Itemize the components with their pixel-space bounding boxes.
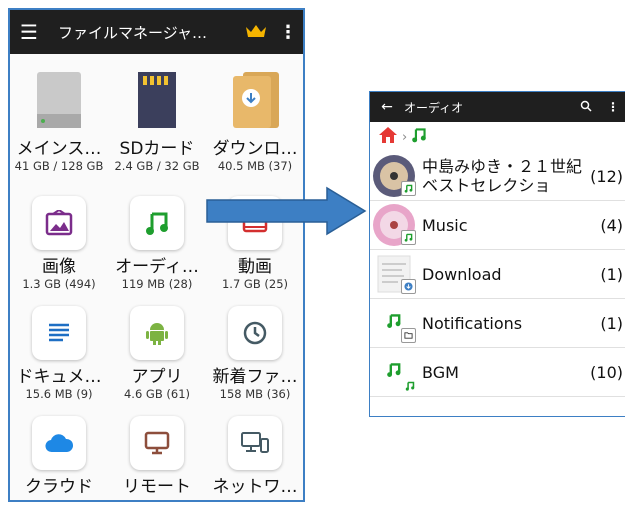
sd-card-icon <box>108 68 206 132</box>
grid-item-label: SDカード <box>119 139 195 159</box>
grid-item-size: 2.4 GB / 32 GB <box>114 159 200 173</box>
grid-item-label: 動画 <box>238 257 272 277</box>
grid-item-sd-card[interactable]: SDカード 2.4 GB / 32 GB <box>108 68 206 173</box>
grid-item-label: メインス… <box>16 139 102 159</box>
document-thumbnail <box>372 252 418 296</box>
search-icon[interactable] <box>571 100 601 115</box>
folder-name: Music <box>422 215 468 235</box>
grid-item-size: 4.6 GB (61) <box>123 387 190 401</box>
image-icon <box>32 196 86 250</box>
file-manager-home-screen: ☰ ファイルマネージャ… ⋮ メインス… 41 GB / 128 GB SDカー… <box>8 8 305 502</box>
album-art-thumbnail <box>372 203 418 247</box>
folder-icon <box>401 328 416 343</box>
grid-item-label: ダウンロ… <box>212 139 298 159</box>
app-bar: ☰ ファイルマネージャ… ⋮ <box>10 10 303 54</box>
monitor-icon <box>130 416 184 470</box>
grid-item-label: クラウド <box>25 477 93 497</box>
chevron-right-icon: › <box>402 129 408 145</box>
list-item[interactable]: Notifications (1) <box>370 299 625 348</box>
grid-item-label: ドキュメ… <box>16 367 102 387</box>
grid-item-network[interactable]: ネットワ… <box>206 416 303 497</box>
folder-name: BGM <box>422 362 459 382</box>
hard-drive-icon <box>10 68 108 132</box>
grid-item-size: 40.5 MB (37) <box>217 159 293 173</box>
more-options-icon[interactable]: ⋮ <box>601 100 625 114</box>
folder-name: Notifications <box>422 313 523 333</box>
music-note-icon <box>403 379 416 392</box>
item-count: (4) <box>600 215 623 235</box>
music-note-icon <box>130 196 184 250</box>
grid-item-main-storage[interactable]: メインス… 41 GB / 128 GB <box>10 68 108 173</box>
grid-item-label: 画像 <box>42 257 76 277</box>
music-note-icon <box>401 181 416 196</box>
grid-item-label: リモート <box>123 477 191 497</box>
grid-item-label: ネットワ… <box>212 477 298 497</box>
grid-item-images[interactable]: 画像 1.3 GB (494) <box>10 196 108 291</box>
audio-folder-screen: ← オーディオ ⋮ › 中島みゆき・２１世紀ベストセレクショ (12) Musi… <box>369 91 625 417</box>
network-devices-icon <box>228 416 282 470</box>
album-art-thumbnail <box>372 154 418 198</box>
cloud-icon <box>32 416 86 470</box>
music-note-icon <box>401 230 416 245</box>
grid-item-size: 1.7 GB (25) <box>221 277 288 291</box>
document-icon <box>32 306 86 360</box>
list-item[interactable]: Music (4) <box>370 201 625 250</box>
grid-item-label: 新着ファ… <box>212 367 298 387</box>
android-icon <box>130 306 184 360</box>
download-icon <box>401 279 416 294</box>
grid-item-audio[interactable]: オーディ… 119 MB (28) <box>108 196 206 291</box>
grid-item-cloud[interactable]: クラウド <box>10 416 108 497</box>
app-bar: ← オーディオ ⋮ <box>370 92 625 122</box>
grid-item-size: 119 MB (28) <box>121 277 193 291</box>
app-title: ファイルマネージャ… <box>58 23 207 42</box>
grid-item-size: 41 GB / 128 GB <box>14 159 104 173</box>
grid-item-size: 15.6 MB (9) <box>25 387 93 401</box>
grid-item-size: 1.3 GB (494) <box>22 277 96 291</box>
home-icon[interactable] <box>378 126 398 148</box>
list-item[interactable]: Download (1) <box>370 250 625 299</box>
screen-title: オーディオ <box>404 100 464 115</box>
grid-item-size: 158 MB (36) <box>219 387 291 401</box>
grid-item-apps[interactable]: アプリ 4.6 GB (61) <box>108 306 206 401</box>
music-note-icon <box>372 350 418 394</box>
item-count: (10) <box>590 362 623 382</box>
music-note-icon[interactable] <box>411 127 427 147</box>
item-count: (12) <box>590 166 623 186</box>
list-item[interactable]: BGM (10) <box>370 348 625 397</box>
download-folder-icon <box>206 68 303 132</box>
item-count: (1) <box>600 313 623 333</box>
folder-name: Download <box>422 264 502 284</box>
grid-item-label: アプリ <box>131 367 183 387</box>
clock-icon <box>228 306 282 360</box>
grid-item-remote[interactable]: リモート <box>108 416 206 497</box>
more-options-icon[interactable]: ⋮ <box>273 22 303 43</box>
transition-arrow <box>205 186 367 240</box>
item-count: (1) <box>600 264 623 284</box>
back-arrow-icon[interactable]: ← <box>370 99 404 115</box>
grid-item-downloads[interactable]: ダウンロ… 40.5 MB (37) <box>206 68 303 173</box>
folder-name: 中島みゆき・２１世紀ベストセレクショ <box>422 157 583 195</box>
grid-item-label: オーディ… <box>115 257 199 277</box>
crown-icon[interactable] <box>239 23 273 42</box>
music-note-icon <box>372 301 418 345</box>
grid-item-recent-files[interactable]: 新着ファ… 158 MB (36) <box>206 306 303 401</box>
list-item[interactable]: 中島みゆき・２１世紀ベストセレクショ (12) <box>370 152 625 201</box>
grid-item-documents[interactable]: ドキュメ… 15.6 MB (9) <box>10 306 108 401</box>
menu-icon[interactable]: ☰ <box>10 20 48 44</box>
breadcrumb: › <box>370 122 625 152</box>
